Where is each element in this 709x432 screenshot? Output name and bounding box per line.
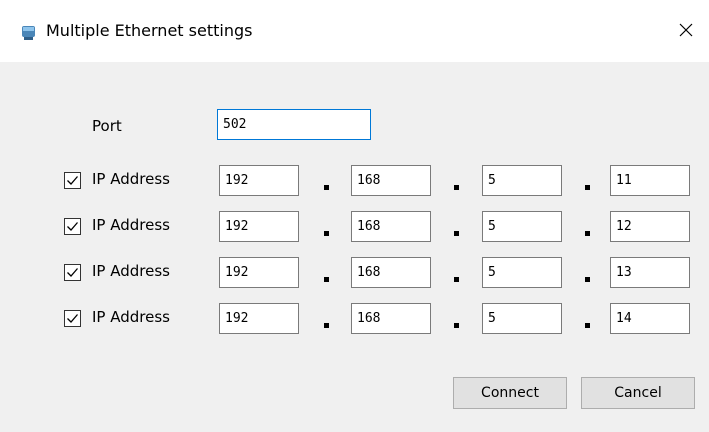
ip-octet-input-4[interactable]: 12 — [610, 211, 690, 242]
port-input[interactable]: 502 — [217, 109, 371, 140]
port-label: Port — [92, 117, 122, 135]
ip-separator-dot — [585, 323, 590, 328]
ip-octet-input-1[interactable]: 192 — [219, 257, 299, 288]
ip-enable-checkbox[interactable] — [64, 310, 81, 327]
cancel-button[interactable]: Cancel — [581, 377, 695, 409]
checkmark-icon — [67, 314, 78, 323]
ip-octet-input-2[interactable]: 168 — [351, 211, 431, 242]
ip-octet-input-3[interactable]: 5 — [482, 257, 562, 288]
ip-address-label: IP Address — [92, 170, 170, 188]
ip-octet-input-2[interactable]: 168 — [351, 165, 431, 196]
ip-enable-checkbox[interactable] — [64, 172, 81, 189]
ip-octet-input-4[interactable]: 13 — [610, 257, 690, 288]
ip-octet-input-2[interactable]: 168 — [351, 257, 431, 288]
ip-octet-input-3[interactable]: 5 — [482, 303, 562, 334]
ip-separator-dot — [324, 185, 329, 190]
close-button[interactable] — [663, 0, 709, 62]
ip-separator-dot — [454, 323, 459, 328]
window-title: Multiple Ethernet settings — [46, 21, 253, 40]
ip-octet-input-1[interactable]: 192 — [219, 211, 299, 242]
ip-separator-dot — [585, 231, 590, 236]
checkmark-icon — [67, 268, 78, 277]
dialog-window: Multiple Ethernet settings Port 502 IP A… — [0, 0, 709, 432]
ip-octet-input-3[interactable]: 5 — [482, 165, 562, 196]
ip-address-row: IP Address 192 168 5 12 — [0, 211, 709, 242]
ip-separator-dot — [324, 323, 329, 328]
ip-separator-dot — [454, 185, 459, 190]
ip-address-row: IP Address 192 168 5 13 — [0, 257, 709, 288]
ip-octet-input-4[interactable]: 14 — [610, 303, 690, 334]
close-icon — [679, 22, 693, 41]
ip-address-label: IP Address — [92, 262, 170, 280]
title-bar: Multiple Ethernet settings — [0, 0, 709, 62]
ip-enable-checkbox[interactable] — [64, 264, 81, 281]
ip-separator-dot — [585, 185, 590, 190]
ip-address-label: IP Address — [92, 308, 170, 326]
ip-address-label: IP Address — [92, 216, 170, 234]
ip-octet-input-4[interactable]: 11 — [610, 165, 690, 196]
checkmark-icon — [67, 222, 78, 231]
ip-address-row: IP Address 192 168 5 11 — [0, 165, 709, 196]
ip-separator-dot — [324, 231, 329, 236]
ip-enable-checkbox[interactable] — [64, 218, 81, 235]
ip-address-row: IP Address 192 168 5 14 — [0, 303, 709, 334]
ip-octet-input-1[interactable]: 192 — [219, 303, 299, 334]
checkmark-icon — [67, 176, 78, 185]
ip-separator-dot — [454, 277, 459, 282]
ip-octet-input-3[interactable]: 5 — [482, 211, 562, 242]
ip-separator-dot — [454, 231, 459, 236]
ip-octet-input-2[interactable]: 168 — [351, 303, 431, 334]
network-device-icon — [20, 23, 38, 41]
ip-separator-dot — [324, 277, 329, 282]
connect-button[interactable]: Connect — [453, 377, 567, 409]
ip-octet-input-1[interactable]: 192 — [219, 165, 299, 196]
ip-separator-dot — [585, 277, 590, 282]
